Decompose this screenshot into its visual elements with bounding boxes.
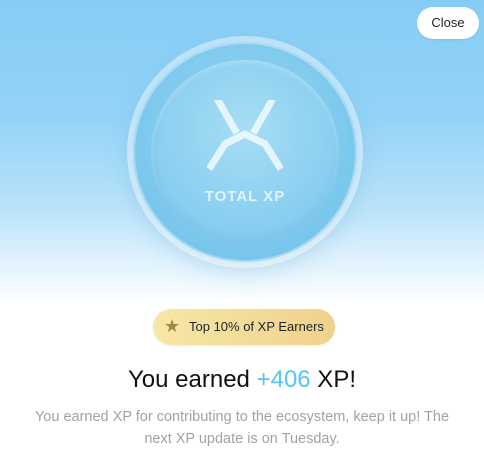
total-xp-label: TOTAL XP — [204, 188, 286, 205]
xp-earned-modal: Close TOTAL XP ★ Top 10% of XP Earners Y… — [0, 0, 484, 470]
close-button[interactable]: Close — [417, 7, 479, 39]
total-xp-coin: TOTAL XP — [133, 42, 357, 262]
star-icon: ★ — [164, 316, 181, 336]
headline-suffix: XP! — [310, 366, 356, 393]
coin-face: TOTAL XP — [151, 60, 339, 244]
headline-prefix: You earned — [128, 366, 257, 393]
xp-description: You earned XP for contributing to the ec… — [0, 406, 484, 450]
xp-headline: You earned +406 XP! — [0, 366, 484, 394]
description-line-2: next XP update is on Tuesday. — [144, 431, 340, 447]
xp-amount: +406 — [256, 366, 311, 393]
description-line-1: You earned XP for contributing to the ec… — [34, 409, 450, 425]
top-earners-badge: ★ Top 10% of XP Earners — [153, 309, 335, 345]
badge-label: Top 10% of XP Earners — [189, 319, 324, 334]
hero-banner: Close TOTAL XP — [0, 0, 484, 305]
tri-chevron-logo-icon — [207, 100, 283, 171]
